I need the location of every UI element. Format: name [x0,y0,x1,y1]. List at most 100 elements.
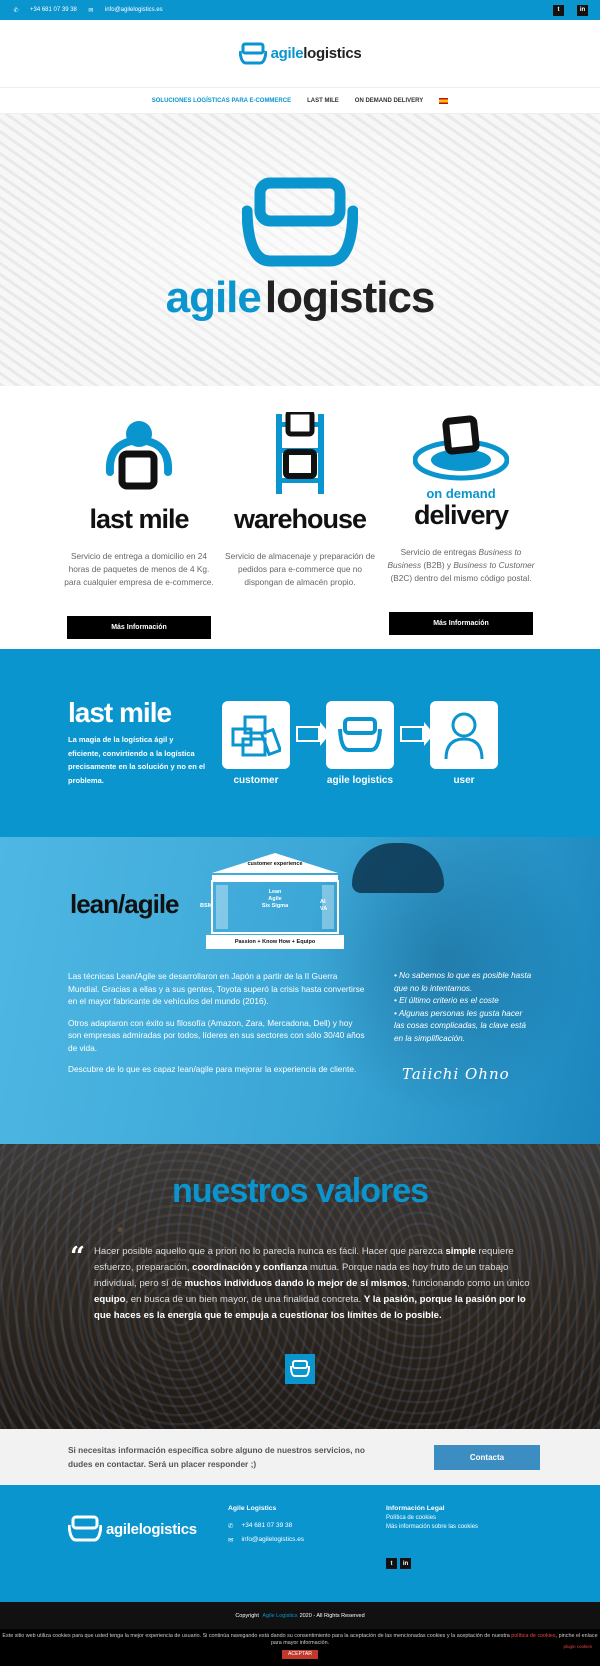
copyright-link[interactable]: Agile Logistics [262,1613,297,1619]
cookie-banner: Este sitio web utiliza cookies para que … [0,1629,600,1666]
footer-email-row: ✉ info@agilelogistics.es [228,1536,386,1544]
cookie-policy-link[interactable]: Política de cookies [386,1515,478,1521]
arrow-right-icon [400,722,434,746]
mail-icon: ✉ [88,7,94,14]
service-on-demand-delivery: on demand delivery Servicio de entregas … [386,412,536,649]
logo-box-icon [326,700,394,769]
phone-icon: ✆ [13,7,19,14]
footer-word-logistics: logistics [138,1520,197,1538]
logo-box-icon [68,1515,102,1542]
phone-icon: ✆ [228,1523,234,1530]
flow-label: user [453,774,475,786]
hero-wordmark: agile logistics [165,273,436,323]
flow-step-agile-logistics: agile logistics [326,700,394,786]
flow-step-customer: customer [222,700,290,786]
topbar-phone[interactable]: +34 681 07 39 38 [30,7,77,13]
temple-roof-label: customer experience [247,861,303,867]
temple-center-line: Lean [268,889,282,895]
footer-wordmark: agilelogistics [68,1515,228,1543]
temple-right-line: AI [320,899,326,905]
temple-right-line: VA [320,906,328,912]
quote-part: , funcionando como un único [406,1278,530,1289]
copyright-suffix: 2020 - All Rights Reserved [299,1612,365,1619]
more-info-button[interactable]: Más Información [67,616,211,639]
spanish-flag-icon[interactable] [439,97,449,104]
quote-bold: simple [445,1246,476,1257]
lean-agile-text: Las técnicas Lean/Agile se desarrollaron… [68,970,368,1085]
nav-item-last-mile[interactable]: LAST MILE [307,98,339,104]
services-section: last mile Servicio de entrega a domicili… [0,386,600,649]
hero-word-agile: agile [165,273,262,322]
person-box-icon [98,412,180,494]
lean-agile-section: lean/agile customer experience BSM Lean … [0,837,600,1144]
footer-logo[interactable]: agilelogistics [68,1505,228,1602]
flow-label: agile logistics [326,774,394,786]
cookie-text: Este sitio web utiliza cookies para que … [2,1633,510,1639]
boxes-icon [222,700,290,769]
mail-icon: ✉ [228,1537,234,1544]
temple-base-label: Passion + Know How + Equipo [234,939,316,945]
logo-word-logistics: logistics [303,45,362,62]
service-last-mile: last mile Servicio de entrega a domicili… [64,412,214,649]
linkedin-icon[interactable]: in [400,1558,411,1569]
cookie-plugin-link[interactable]: plugin cookies [563,1643,592,1650]
accept-cookies-button[interactable]: ACEPTAR [281,1650,319,1659]
temple-right-label: AI VA [320,899,327,913]
cookie-info-link[interactable]: Más información sobre las cookies [386,1524,478,1530]
last-mile-title: last mile [68,697,172,728]
lean-paragraph: Descubre de lo que es capaz lean/agile p… [68,1064,357,1074]
service-subtitle: on demand [426,486,496,501]
values-quote: Hacer posible aquello que a priori no lo… [94,1244,530,1324]
logo-word-agile: agile [270,45,304,62]
delivery-ripple-icon [413,412,509,482]
service-title: warehouse [233,504,367,534]
temple-labels: customer experience BSM Lean Agile Six S… [200,851,346,951]
last-mile-text: La magia de la logística ágil y eficient… [68,735,206,785]
last-mile-flow: customer agile logistics user [222,700,498,786]
service-title: last mile [89,504,189,534]
last-mile-intro: last mile La magia de la logística ágil … [68,699,208,787]
hero-banner: agile logistics [0,114,600,386]
footer-email[interactable]: info@agilelogistics.es [241,1536,304,1544]
footer-heading: Agile Logistics [228,1505,277,1512]
topbar-email[interactable]: info@agilelogistics.es [105,7,163,13]
quote-bold: muchos individuos dando lo mejor de sí m… [184,1278,407,1289]
contact-button[interactable]: Contacta [434,1444,540,1470]
quote-bold: coordinación y confianza [192,1262,308,1273]
cookie-policy-link[interactable]: política de cookies [511,1633,555,1639]
more-info-button[interactable]: Más Información [389,612,533,635]
twitter-icon[interactable]: t [553,4,564,16]
logo-box-icon [290,1360,310,1377]
twitter-icon[interactable]: t [386,1558,397,1569]
footer-phone-row: ✆ +34 681 07 39 38 [228,1522,386,1530]
nav-item-ecommerce[interactable]: SOLUCIONES LOGÍSTICAS PARA E-COMMERCE [152,98,291,104]
linkedin-icon[interactable]: in [577,4,588,16]
service-description: Servicio de entrega a domicilio en 24 ho… [64,551,214,587]
main-nav: SOLUCIONES LOGÍSTICAS PARA E-COMMERCE LA… [0,88,600,114]
contact-text: Si necesitas información específica sobr… [68,1445,365,1469]
ohno-signature: Taiichi Ohno [402,1065,510,1083]
site-footer: agilelogistics Agile Logistics ✆ +34 681 … [0,1485,600,1602]
quote-item: Algunas personas les gusta hacer las cos… [394,1008,534,1046]
shelf-icon [270,412,330,494]
flow-step-user: user [430,700,498,786]
values-title: nuestros valores [171,1172,429,1210]
nav-item-on-demand[interactable]: ON DEMAND DELIVERY [355,98,423,104]
service-title: delivery [413,500,509,530]
hero-word-logistics: logistics [264,273,435,322]
site-header: agilelogistics [0,20,600,88]
top-bar: ✆ +34 681 07 39 38 ✉ info@agilelogistics… [0,0,600,20]
footer-phone[interactable]: +34 681 07 39 38 [241,1522,292,1530]
arrow-right-icon [296,722,330,746]
ohno-quotes: No sabemos lo que es posible hasta que n… [394,970,534,1045]
quote-bold: equipo [94,1294,126,1305]
footer-social: t in [386,1558,478,1569]
copyright-prefix: Copyright [235,1612,259,1619]
lean-paragraph: Las técnicas Lean/Agile se desarrollaron… [68,971,365,1006]
site-logo[interactable]: agilelogistics [238,42,362,66]
service-term: Business to Customer [453,560,535,570]
lean-paragraph: Otros adaptaron con éxito su filosofía (… [68,1017,365,1053]
footer-contact: Agile Logistics ✆ +34 681 07 39 38 ✉ info@… [228,1505,386,1602]
contact-cta: Si necesitas información específica sobr… [0,1429,600,1485]
values-logo-badge [285,1354,315,1384]
